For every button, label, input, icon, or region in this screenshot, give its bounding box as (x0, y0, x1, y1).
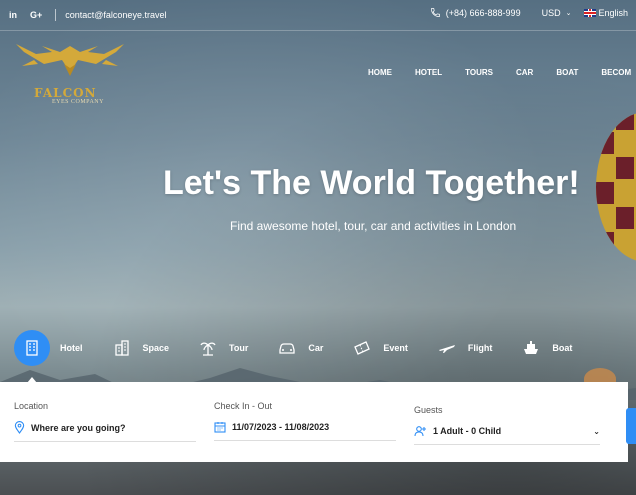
hot-air-balloon-image (596, 112, 636, 262)
palm-tree-icon (199, 339, 217, 357)
nav-item-home[interactable]: HOME (368, 68, 392, 77)
nav-item-car[interactable]: CAR (516, 68, 533, 77)
logo-wordmark: FALCON (34, 86, 97, 100)
calendar-icon (214, 422, 226, 433)
guests-field[interactable]: Guests 1 Adult - 0 Child ⌄ (414, 405, 600, 445)
phone-number: (+84) 666-888-999 (445, 7, 521, 18)
hero-title: Let's The World Together! (163, 164, 580, 202)
uk-flag-icon (584, 8, 597, 17)
location-pin-icon (14, 421, 25, 434)
language-value: English (598, 7, 628, 18)
tab-event[interactable]: Event (353, 331, 408, 365)
nav-item-become[interactable]: BECOM (601, 68, 631, 77)
main-nav: HOME HOTEL TOURS CAR BOAT BECOM (368, 68, 636, 77)
top-bar: in G+ contact@falconeye.travel (+84) 666… (0, 0, 636, 31)
hero-subtitle: Find awesome hotel, tour, car and activi… (230, 219, 517, 233)
phone-icon (430, 8, 440, 17)
falcon-logo-icon (16, 44, 124, 76)
guests-select[interactable]: 1 Adult - 0 Child ⌄ (414, 425, 600, 445)
linkedin-icon[interactable]: in (9, 10, 17, 20)
nav-item-boat[interactable]: BOAT (556, 68, 578, 77)
service-tabs: Hotel Space Tour Car Event Flight Boat (14, 330, 602, 383)
tab-hotel[interactable]: Hotel (14, 330, 83, 383)
boat-icon (522, 339, 540, 357)
tab-tour[interactable]: Tour (199, 331, 248, 365)
location-value: Where are you going? (31, 422, 126, 433)
date-range-field[interactable]: Check In - Out 11/07/2023 - 11/08/2023 (214, 401, 396, 441)
tab-space[interactable]: Space (113, 331, 170, 365)
plane-icon (438, 339, 456, 357)
tab-label: Space (142, 343, 170, 353)
google-plus-icon[interactable]: G+ (30, 10, 42, 20)
search-panel: Location Where are you going? Check In -… (0, 382, 636, 462)
location-label: Location (14, 401, 49, 411)
chevron-down-icon: ⌄ (565, 9, 572, 17)
tab-label: Hotel (60, 343, 83, 353)
chevron-down-icon: ⌄ (593, 426, 600, 436)
phone-link[interactable]: (+84) 666-888-999 (430, 7, 521, 18)
building-icon (113, 339, 131, 357)
tab-label: Boat (552, 343, 573, 353)
language-selector[interactable]: English (584, 8, 628, 18)
tab-label: Car (308, 343, 324, 353)
hotel-icon (14, 330, 50, 366)
location-field[interactable]: Location Where are you going? (14, 401, 196, 442)
currency-selector[interactable]: USD ⌄ (542, 8, 572, 18)
contact-email-link[interactable]: contact@falconeye.travel (65, 10, 166, 20)
guests-label: Guests (414, 405, 443, 415)
tab-flight[interactable]: Flight (438, 331, 493, 365)
search-button[interactable] (626, 408, 636, 444)
car-icon (278, 339, 296, 357)
date-range-label: Check In - Out (214, 401, 273, 411)
tab-label: Event (383, 343, 408, 353)
logo[interactable]: FALCON EYES COMPANY (14, 42, 126, 108)
tab-boat[interactable]: Boat (522, 331, 572, 365)
tab-label: Flight (467, 343, 493, 353)
date-range-input[interactable]: 11/07/2023 - 11/08/2023 (214, 421, 396, 441)
tab-car[interactable]: Car (278, 331, 323, 365)
nav-item-hotel[interactable]: HOTEL (415, 68, 442, 77)
divider (55, 9, 57, 21)
tab-label: Tour (229, 343, 249, 353)
guests-value: 1 Adult - 0 Child (433, 426, 502, 436)
logo-tagline: EYES COMPANY (52, 99, 104, 105)
ticket-icon (353, 339, 371, 357)
user-add-icon (414, 426, 426, 437)
date-range-value: 11/07/2023 - 11/08/2023 (232, 422, 330, 432)
nav-item-tours[interactable]: TOURS (465, 68, 493, 77)
location-input[interactable]: Where are you going? (14, 421, 196, 442)
currency-value: USD (541, 7, 561, 18)
